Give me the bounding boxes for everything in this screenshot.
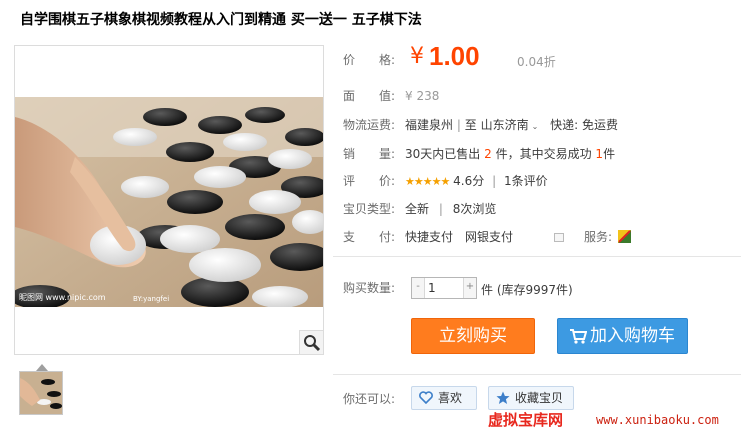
rating-sep: | <box>492 174 497 188</box>
item-type-row: 宝贝类型: 全新 | 8次浏览 <box>343 200 496 217</box>
sales-mid: 件，其中交易成功 <box>495 147 592 161</box>
rating-reviews-link[interactable]: 1条评价 <box>504 174 548 188</box>
go-board-photo <box>15 97 323 307</box>
shipping-destination-select[interactable]: 山东济南 ⌄ <box>481 118 539 132</box>
star-icon <box>496 391 510 404</box>
cart-icon <box>570 329 587 344</box>
shipping-to-prefix: 至 <box>464 118 477 132</box>
sales-label: 销 量: <box>343 147 396 161</box>
main-image-frame[interactable]: 昵图网 www.nipic.com BY:yangfei <box>14 45 324 355</box>
shipping-from: 福建泉州 <box>405 118 454 132</box>
face-value-row: 面 值: ¥ 238 <box>343 87 439 104</box>
thumbnail-pointer-icon <box>36 364 48 371</box>
shipping-sep: | <box>456 118 461 132</box>
zoom-button[interactable] <box>299 330 323 354</box>
thumbnail-image <box>20 372 62 414</box>
quantity-increase-button[interactable]: + <box>463 278 476 298</box>
rating-score: 4.6分 <box>453 174 485 188</box>
payment-expand-toggle[interactable] <box>554 233 564 242</box>
magnifier-icon <box>304 335 321 352</box>
item-views: 8次浏览 <box>452 202 497 216</box>
divider <box>333 374 741 375</box>
product-photo: 昵图网 www.nipic.com BY:yangfei <box>15 97 323 307</box>
stock-info: 件 (库存9997件) <box>481 283 573 297</box>
price-label: 价 格: <box>343 53 396 67</box>
sales-row: 销 量: 30天内已售出 2 件，其中交易成功 1件 <box>343 145 615 162</box>
sales-suffix: 件 <box>603 147 616 161</box>
rating-label: 评 价: <box>343 174 396 188</box>
shipping-express: 快递: 免运费 <box>550 118 618 132</box>
favorite-label: 收藏宝贝 <box>515 391 564 405</box>
add-to-cart-button[interactable]: 加入购物车 <box>557 318 688 354</box>
thumbnail-1[interactable] <box>19 371 63 415</box>
quantity-decrease-button[interactable]: - <box>412 278 425 298</box>
face-value-label: 面 值: <box>343 89 396 103</box>
item-type-label: 宝贝类型: <box>343 202 396 216</box>
item-type-value: 全新 <box>405 202 430 216</box>
quantity-label: 购买数量: <box>343 281 396 295</box>
sales-success: 1 <box>595 147 604 161</box>
favorite-button[interactable]: 收藏宝贝 <box>488 386 574 410</box>
service-guarantee-icon[interactable] <box>618 230 631 243</box>
watermark-mid: BY:yangfei <box>133 295 170 303</box>
heart-icon <box>419 391 433 404</box>
sales-sold: 2 <box>484 147 492 161</box>
price-discount: 0.04折 <box>517 55 556 69</box>
payment-methods: 快捷支付 网银支付 <box>405 230 514 244</box>
payment-label: 支 付: <box>343 230 396 244</box>
shipping-label: 物流运费: <box>343 118 396 132</box>
service-label: 服务: <box>584 230 613 244</box>
item-type-sep: | <box>438 202 443 216</box>
quantity-input[interactable] <box>426 279 466 297</box>
site-watermark-name: 虚拟宝库网 <box>488 411 564 429</box>
shipping-to: 山东济南 <box>480 118 529 132</box>
add-to-cart-label: 加入购物车 <box>590 326 675 346</box>
price-value: 1.00 <box>429 41 480 71</box>
rating-row: 评 价: ★★★★★ 4.6分 | 1条评价 <box>343 172 548 189</box>
star-rating-icon: ★★★★★ <box>405 175 450 188</box>
quantity-stepper: - + <box>411 277 477 299</box>
like-button[interactable]: 喜欢 <box>411 386 477 410</box>
product-title: 自学围棋五子棋象棋视频教程从入门到精通 买一送一 五子棋下法 <box>20 12 422 28</box>
site-watermark-url: www.xunibaoku.com <box>596 413 719 427</box>
watermark-left: 昵图网 www.nipic.com <box>19 293 106 302</box>
also-label: 你还可以: <box>343 392 396 406</box>
divider <box>333 256 741 257</box>
sales-prefix: 30天内已售出 <box>405 147 481 161</box>
price-symbol: ¥ <box>410 44 424 69</box>
like-label: 喜欢 <box>438 391 463 405</box>
payment-row: 支 付: 快捷支付 网银支付 <box>343 228 513 245</box>
buy-now-button[interactable]: 立刻购买 <box>411 318 535 354</box>
face-value: ¥ 238 <box>405 89 440 103</box>
chevron-down-icon: ⌄ <box>531 122 539 131</box>
shipping-row: 物流运费: 福建泉州 | 至 山东济南 ⌄ 快递: 免运费 <box>343 116 618 133</box>
